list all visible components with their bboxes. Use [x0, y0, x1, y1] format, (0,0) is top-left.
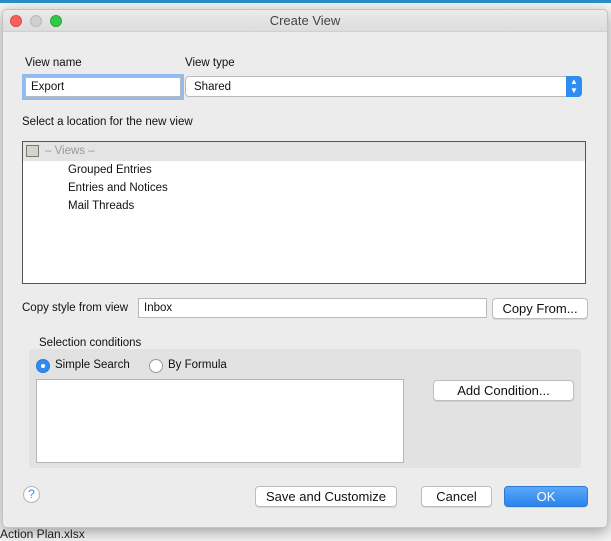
zoom-button[interactable]	[50, 15, 62, 27]
simple-search-label[interactable]: Simple Search	[55, 359, 130, 371]
copy-style-input[interactable]: Inbox	[138, 298, 487, 318]
views-folder-icon	[26, 145, 39, 157]
list-item[interactable]: Entries and Notices	[23, 179, 585, 197]
background-window-edge	[0, 0, 611, 3]
view-name-label: View name	[25, 57, 82, 69]
location-list[interactable]: – Views – Grouped Entries Entries and No…	[22, 141, 586, 284]
list-item[interactable]: Grouped Entries	[23, 161, 585, 179]
help-button[interactable]: ?	[23, 486, 40, 503]
conditions-box[interactable]	[36, 379, 404, 463]
view-name-input[interactable]: Export	[25, 77, 181, 97]
close-button[interactable]	[10, 15, 22, 27]
location-root[interactable]: – Views –	[23, 142, 585, 161]
title-bar: Create View	[3, 10, 607, 32]
view-type-label: View type	[185, 57, 235, 69]
copy-style-label: Copy style from view	[22, 302, 129, 314]
create-view-dialog: Create View View name Export View type S…	[2, 9, 608, 528]
list-item[interactable]: Mail Threads	[23, 197, 585, 215]
chevron-updown-icon: ▲ ▼	[566, 76, 582, 97]
view-type-value: Shared	[194, 80, 232, 93]
location-root-label: – Views –	[45, 145, 95, 157]
by-formula-radio[interactable]	[149, 359, 163, 373]
window-title: Create View	[269, 13, 341, 28]
simple-search-radio[interactable]	[36, 359, 50, 373]
location-label: Select a location for the new view	[22, 116, 193, 128]
ok-button[interactable]: OK	[504, 486, 588, 507]
add-condition-button[interactable]: Add Condition...	[433, 380, 574, 401]
copy-from-button[interactable]: Copy From...	[492, 298, 588, 319]
minimize-button[interactable]	[30, 15, 42, 27]
by-formula-label[interactable]: By Formula	[168, 359, 227, 371]
cancel-button[interactable]: Cancel	[421, 486, 492, 507]
selection-conditions-label: Selection conditions	[39, 337, 142, 349]
save-and-customize-button[interactable]: Save and Customize	[255, 486, 397, 507]
background-file-label: Action Plan.xlsx	[0, 527, 85, 541]
view-type-select[interactable]: Shared ▲ ▼	[185, 76, 582, 97]
